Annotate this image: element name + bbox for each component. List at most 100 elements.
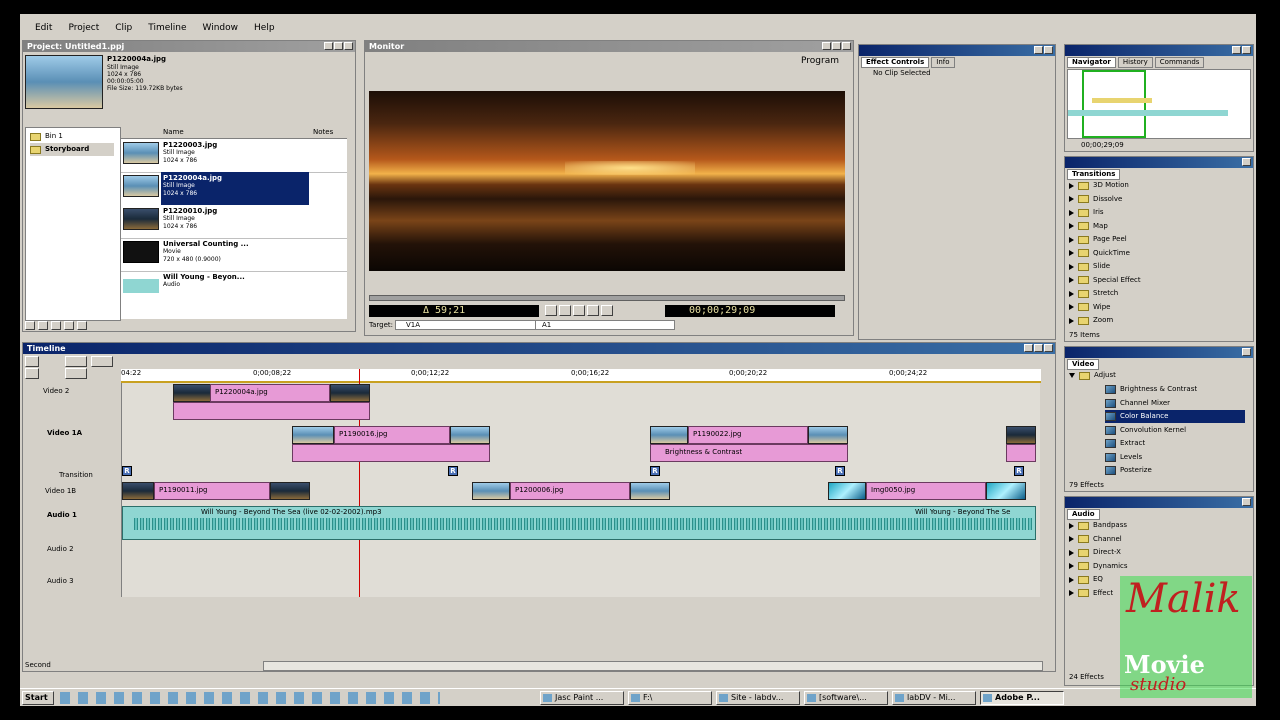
track-audio-3[interactable]: Audio 3 bbox=[47, 577, 74, 585]
minimize-icon[interactable] bbox=[1242, 498, 1251, 506]
video-effect-item[interactable]: Posterize bbox=[1105, 464, 1245, 477]
expand-arrow-icon[interactable] bbox=[1069, 236, 1074, 243]
audio-effect-folder[interactable]: Channel bbox=[1069, 533, 1245, 546]
track-audio-1[interactable]: Audio 1 bbox=[47, 511, 77, 519]
menu-clip[interactable]: Clip bbox=[112, 23, 135, 33]
expand-arrow-icon[interactable] bbox=[1069, 576, 1074, 583]
transition-folder[interactable]: Dissolve bbox=[1069, 193, 1245, 206]
transition-icon[interactable]: R bbox=[448, 466, 458, 476]
close-icon[interactable] bbox=[344, 42, 353, 50]
tab-navigator[interactable]: Navigator bbox=[1067, 57, 1116, 68]
stop-icon[interactable] bbox=[559, 305, 571, 316]
column-notes[interactable]: Notes bbox=[313, 128, 333, 136]
track-select-icon[interactable] bbox=[65, 356, 87, 367]
new-bin-icon[interactable] bbox=[51, 321, 61, 330]
icon-view-icon[interactable] bbox=[38, 321, 48, 330]
transition-icon[interactable]: R bbox=[122, 466, 132, 476]
close-icon[interactable] bbox=[1044, 46, 1053, 54]
v1b-clip[interactable]: P1200006.jpg bbox=[510, 482, 630, 500]
track-transition[interactable]: Transition bbox=[59, 471, 93, 479]
task-adobe-premiere[interactable]: Adobe P... bbox=[980, 691, 1064, 705]
minimize-icon[interactable] bbox=[1232, 46, 1241, 54]
v1b-clip[interactable]: Img0050.jpg bbox=[866, 482, 986, 500]
bin-item[interactable]: Bin 1 bbox=[30, 130, 63, 143]
tab-info[interactable]: Info bbox=[931, 57, 955, 68]
timeline-scrollbar[interactable] bbox=[263, 661, 1043, 671]
transition-folder[interactable]: Special Effect bbox=[1069, 274, 1245, 287]
close-icon[interactable] bbox=[842, 42, 851, 50]
track-video-1b[interactable]: Video 1B bbox=[45, 487, 76, 495]
track-audio-2[interactable]: Audio 2 bbox=[47, 545, 74, 553]
close-icon[interactable] bbox=[1044, 344, 1053, 352]
expand-arrow-icon[interactable] bbox=[1069, 590, 1074, 596]
list-view-icon[interactable] bbox=[25, 321, 35, 330]
start-button[interactable]: Start bbox=[22, 691, 54, 705]
menu-edit[interactable]: Edit bbox=[32, 23, 55, 33]
track-video-2[interactable]: Video 2 bbox=[43, 387, 69, 395]
transition-icon[interactable]: R bbox=[650, 466, 660, 476]
close-icon[interactable] bbox=[1242, 46, 1251, 54]
timeline-zoom-select[interactable]: Second bbox=[25, 661, 121, 671]
expand-arrow-icon[interactable] bbox=[1069, 317, 1074, 324]
step-back-icon[interactable] bbox=[545, 305, 557, 316]
audio-effect-folder[interactable]: Direct-X bbox=[1069, 546, 1245, 559]
maximize-icon[interactable] bbox=[1034, 344, 1043, 352]
minimize-icon[interactable] bbox=[822, 42, 831, 50]
video-folder-adjust[interactable]: Adjust bbox=[1069, 369, 1116, 382]
menu-timeline[interactable]: Timeline bbox=[145, 23, 189, 33]
transition-folder[interactable]: Wipe bbox=[1069, 301, 1245, 314]
selection-tool-icon[interactable] bbox=[25, 356, 39, 367]
transition-folder[interactable]: Page Peel bbox=[1069, 233, 1245, 246]
video-effect-item[interactable]: Color Balance bbox=[1105, 410, 1245, 423]
v2-clip[interactable]: P1220004a.jpg bbox=[210, 384, 330, 402]
tab-history[interactable]: History bbox=[1117, 57, 1153, 68]
task-site-labdv[interactable]: Site - labdv... bbox=[716, 691, 800, 705]
step-forward-icon[interactable] bbox=[587, 305, 599, 316]
column-name[interactable]: Name bbox=[163, 128, 184, 136]
maximize-icon[interactable] bbox=[832, 42, 841, 50]
target-video-select[interactable]: V1A bbox=[395, 320, 545, 330]
video-effect-item[interactable]: Extract bbox=[1105, 437, 1245, 450]
task-jasc-paint[interactable]: Jasc Paint ... bbox=[540, 691, 624, 705]
expand-arrow-icon[interactable] bbox=[1069, 250, 1074, 256]
clip-list-item[interactable]: P1220010.jpg Still Image 1024 x 786 bbox=[121, 205, 347, 239]
transition-folder[interactable]: QuickTime bbox=[1069, 247, 1245, 260]
find-icon[interactable] bbox=[77, 321, 87, 330]
v1a-clip[interactable]: P1190022.jpg bbox=[688, 426, 808, 444]
audio-effect-folder[interactable]: Dynamics bbox=[1069, 560, 1245, 573]
video-effect-item[interactable]: Levels bbox=[1105, 451, 1245, 464]
navigator-view-box[interactable] bbox=[1082, 70, 1146, 138]
menu-window[interactable]: Window bbox=[200, 23, 242, 33]
task-explorer-f[interactable]: F:\ bbox=[628, 691, 712, 705]
expand-arrow-icon[interactable] bbox=[1069, 522, 1074, 529]
expand-arrow-icon[interactable] bbox=[1069, 549, 1074, 556]
minimize-icon[interactable] bbox=[1024, 344, 1033, 352]
play-icon[interactable] bbox=[573, 305, 585, 316]
fx-clip-bar[interactable]: Brightness & Contrast bbox=[650, 444, 848, 462]
transition-folder[interactable]: Stretch bbox=[1069, 287, 1245, 300]
menu-project[interactable]: Project bbox=[65, 23, 102, 33]
expand-arrow-icon[interactable] bbox=[1069, 223, 1074, 229]
v1a-clip-bar[interactable] bbox=[292, 444, 490, 462]
minimize-icon[interactable] bbox=[1034, 46, 1043, 54]
monitor-scrub-bar[interactable] bbox=[369, 295, 845, 301]
v1b-clip[interactable]: P1190011.jpg bbox=[154, 482, 270, 500]
maximize-icon[interactable] bbox=[334, 42, 343, 50]
transition-folder[interactable]: Map bbox=[1069, 220, 1245, 233]
expand-arrow-icon[interactable] bbox=[1069, 290, 1074, 297]
expand-arrow-icon[interactable] bbox=[1069, 182, 1074, 189]
task-software[interactable]: [software\... bbox=[804, 691, 888, 705]
audio-effect-folder[interactable]: Bandpass bbox=[1069, 519, 1245, 532]
tab-commands[interactable]: Commands bbox=[1154, 57, 1205, 68]
expand-arrow-icon[interactable] bbox=[1069, 536, 1074, 542]
video-effect-item[interactable]: Brightness & Contrast bbox=[1105, 383, 1245, 396]
expand-arrow-icon[interactable] bbox=[1069, 196, 1074, 202]
clip-list-item[interactable]: Will Young - Beyon... Audio bbox=[121, 271, 347, 304]
minimize-icon[interactable] bbox=[324, 42, 333, 50]
track-video-1a[interactable]: Video 1A bbox=[47, 429, 82, 437]
transition-folder[interactable]: 3D Motion bbox=[1069, 179, 1245, 192]
video-effect-item[interactable]: Convolution Kernel bbox=[1105, 424, 1245, 437]
delete-icon[interactable] bbox=[64, 321, 74, 330]
expand-arrow-icon[interactable] bbox=[1069, 563, 1074, 569]
navigator-preview[interactable] bbox=[1067, 69, 1251, 139]
